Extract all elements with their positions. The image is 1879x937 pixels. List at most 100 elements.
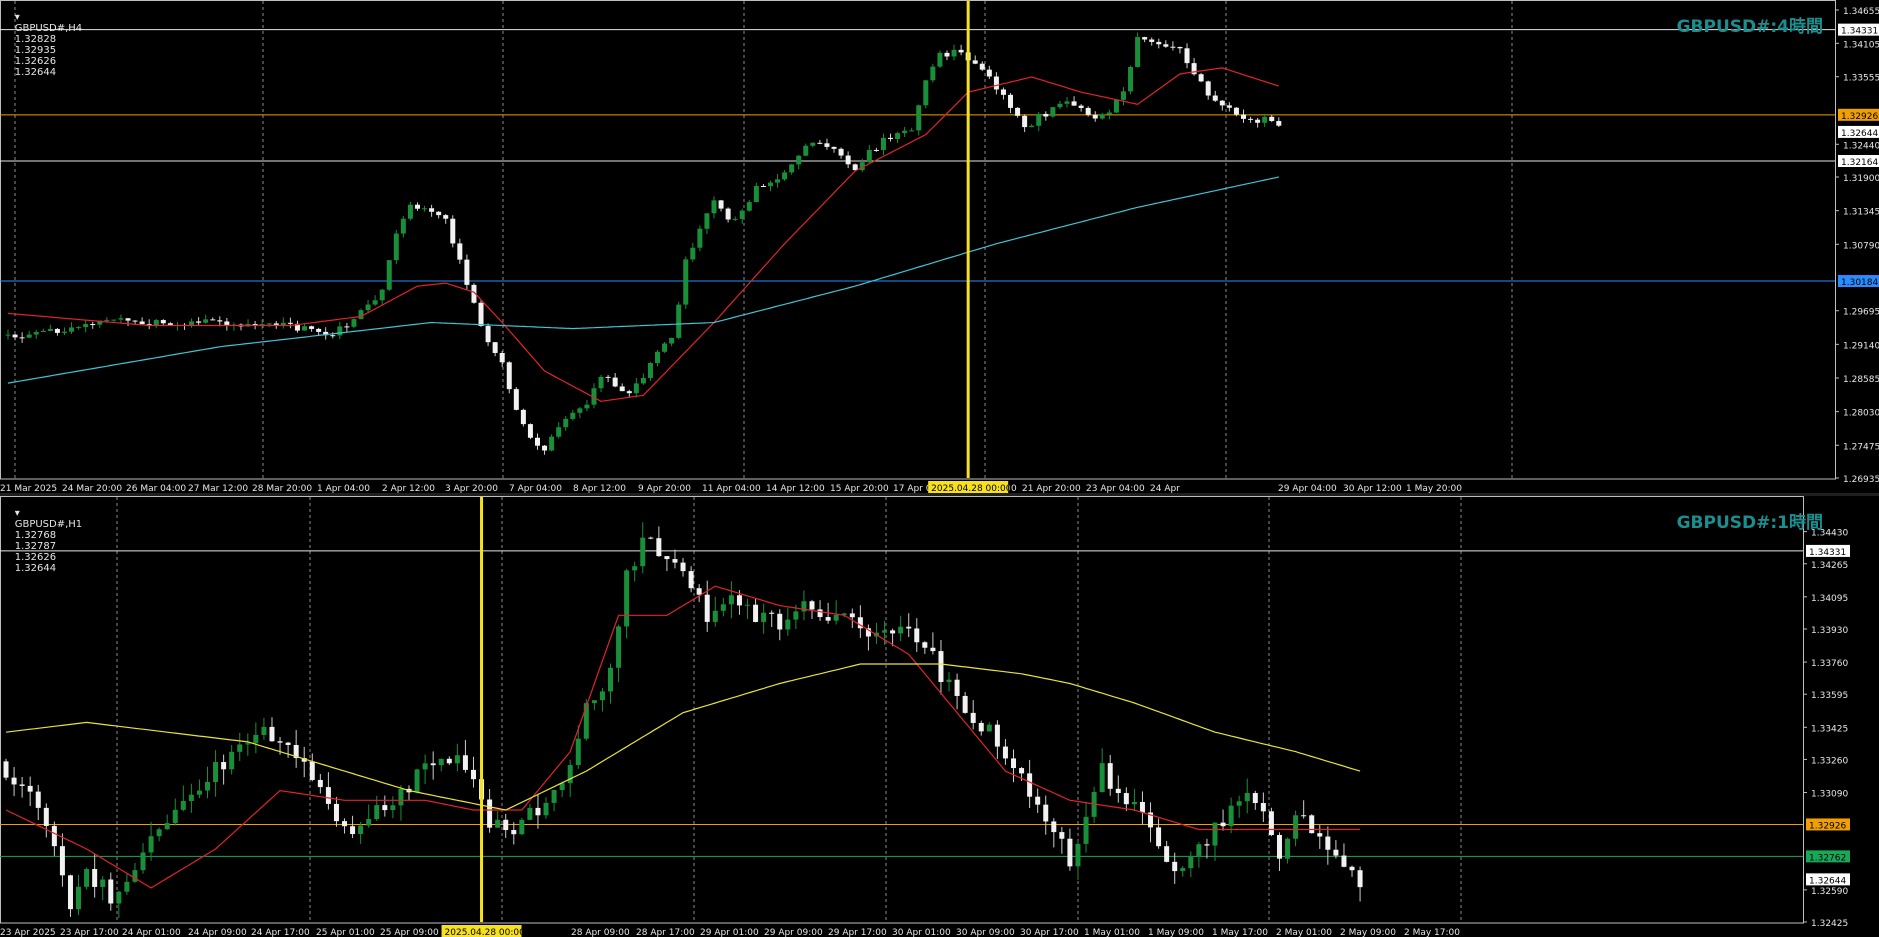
h4-candle — [330, 335, 336, 337]
h1-candle — [817, 609, 823, 618]
h1-candle — [1293, 815, 1299, 839]
h4-candle — [19, 337, 25, 339]
h4-candle — [1099, 114, 1105, 119]
h1-candle — [761, 612, 767, 622]
h4-candle — [831, 146, 837, 149]
h1-candle — [487, 799, 493, 828]
h1-candle — [1276, 834, 1282, 859]
h4-candle — [598, 376, 604, 389]
h1-candle — [1067, 838, 1073, 867]
h4-candle — [704, 213, 710, 229]
h4-candle — [584, 404, 590, 409]
h4-candle — [393, 233, 399, 261]
h1-chart-svg[interactable]: 1.344301.342651.340951.339301.337601.335… — [0, 496, 1879, 937]
h4-candle — [1078, 105, 1084, 108]
h4-candle — [429, 208, 435, 212]
h4-candle — [1170, 46, 1176, 48]
h1-x-tick-label: 29 Apr 17:00 — [828, 928, 887, 937]
h4-close: 1.32644 — [14, 67, 57, 78]
h4-candle — [1205, 81, 1211, 96]
h1-candle — [333, 803, 339, 822]
h4-chart-svg[interactable]: 1.34655 1.34105 1.33555 1.32440 1.31900 1.313… — [0, 0, 1879, 493]
h4-candle — [1029, 125, 1035, 128]
h4-y-tick-label: 1.30790 — [1843, 241, 1879, 251]
h4-candle — [287, 322, 293, 324]
h4-candle — [535, 437, 540, 446]
h4-candle — [676, 304, 682, 338]
h1-candle — [350, 826, 356, 835]
h4-x-tick-label: 24 Apr — [1150, 484, 1180, 493]
h1-chart-panel[interactable]: 1.34430 1.34265 1.34095 1.33930 1.33760 1.335… — [0, 496, 1879, 937]
h4-y-tick-label: 1.31345 — [1843, 208, 1879, 218]
h4-candle — [549, 436, 555, 451]
h4-candle — [400, 218, 406, 234]
h4-candle — [464, 259, 470, 285]
h1-candle — [938, 651, 944, 682]
h1-candle — [213, 762, 219, 783]
h4-candle — [12, 334, 18, 338]
h4-collapse-arrow-icon[interactable]: ▾ — [15, 12, 20, 23]
h4-candle — [902, 130, 908, 134]
h4-candle — [986, 69, 992, 77]
h4-candle — [1156, 41, 1162, 45]
h1-candle — [1115, 788, 1121, 794]
h1-candle — [656, 538, 662, 557]
h1-candle — [237, 744, 243, 752]
h4-x-tick-label: 1 May 20:00 — [1406, 484, 1462, 493]
h1-candle — [422, 763, 428, 770]
h4-y-tick-label: 1.26935 — [1843, 475, 1879, 485]
h1-candle — [1011, 758, 1016, 769]
h1-candle — [116, 891, 122, 904]
h4-x-tick-label: 24 Mar 20:00 — [62, 484, 122, 493]
h1-x-tick-label: 1 May 17:00 — [1212, 928, 1268, 937]
h1-candle — [495, 819, 501, 828]
h4-ma-fast-line — [7, 67, 1279, 402]
h4-x-tick-label: 3 Apr 20:00 — [445, 484, 498, 493]
h1-candle — [922, 642, 928, 648]
h4-price-label: 1.32164 — [1841, 158, 1878, 168]
h4-candle — [1000, 89, 1006, 95]
h1-candle — [1244, 793, 1250, 802]
h1-candle — [196, 790, 202, 795]
h4-candle — [316, 328, 322, 332]
h1-candle — [92, 869, 98, 887]
h4-candle — [118, 318, 124, 320]
h4-y-tick-label: 1.31900 — [1843, 174, 1879, 184]
h4-x-tick-label: 8 Apr 12:00 — [573, 484, 626, 493]
h4-candle — [662, 343, 668, 352]
h4-candle — [407, 204, 413, 219]
h4-open: 1.32828 — [14, 34, 57, 45]
h4-candle — [210, 319, 216, 321]
h4-low: 1.32626 — [14, 56, 57, 67]
h1-candle — [736, 595, 742, 606]
h4-candle — [527, 424, 533, 438]
h1-candle — [1236, 801, 1242, 806]
h1-candle — [1035, 796, 1041, 805]
h1-candle — [535, 807, 541, 816]
h4-x-tick-label: 28 Mar 20:00 — [252, 484, 312, 493]
h4-price-label: 1.30184 — [1841, 278, 1878, 288]
h1-candle — [1228, 805, 1234, 827]
h4-x-tick-label: 14 Apr 12:00 — [766, 484, 825, 493]
h4-candle — [372, 300, 378, 305]
h1-x-tick-label: 25 Apr 01:00 — [316, 928, 375, 937]
h1-candle — [632, 566, 638, 571]
h4-candle — [1163, 44, 1169, 47]
h1-candle — [1285, 838, 1291, 859]
h4-candle — [379, 289, 385, 301]
h1-candle — [753, 604, 759, 622]
h4-candle — [739, 210, 745, 219]
h4-y-tick-label: 1.32440 — [1843, 141, 1879, 151]
h1-candle — [358, 825, 364, 835]
h4-chart-panel[interactable]: 1.34655 1.34105 1.33555 1.32440 1.31900 1.313… — [0, 0, 1879, 493]
h1-candle — [27, 785, 33, 792]
h1-candle — [914, 628, 920, 643]
h1-candle — [648, 537, 654, 539]
h1-candle — [1349, 866, 1355, 871]
h4-x-tick-label: 9 Apr 20:00 — [638, 484, 691, 493]
h1-candle — [1083, 816, 1089, 844]
h1-candle — [720, 604, 726, 611]
h1-candle — [253, 734, 259, 744]
h4-x-tick-label: 21 Mar 2025 — [0, 484, 57, 493]
h1-collapse-arrow-icon[interactable]: ▾ — [15, 508, 20, 519]
